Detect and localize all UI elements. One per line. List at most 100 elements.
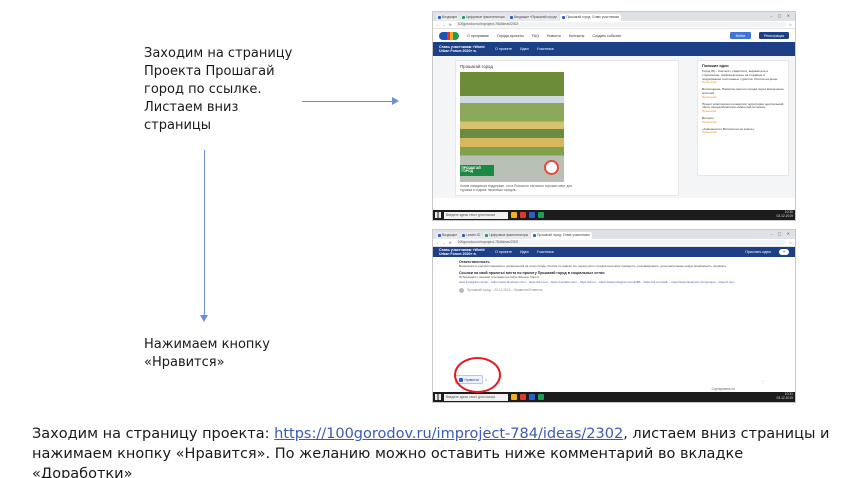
section-text: Возможность распространения и проверенно…: [459, 264, 727, 268]
word-icon[interactable]: [529, 212, 535, 218]
highlight-circle: [454, 357, 501, 393]
site-icon: [533, 234, 537, 237]
similar-idea-item[interactable]: Город 86 – Контекст, смартсити, выразите…: [702, 69, 784, 85]
back-icon[interactable]: ←: [436, 241, 439, 245]
browser-tab[interactable]: Входящие: [436, 14, 460, 21]
screenshot-idea-page: Входящие Цифровые фасилитаторы Входящие …: [432, 11, 796, 221]
browser-tab-active[interactable]: Прошагай город: Ставь участникам: [531, 232, 592, 239]
photo-sign: ПРОШАГАЙ ГОРОД: [460, 165, 494, 176]
site-header: О программе Города-проекты FAQ Новости К…: [433, 29, 795, 42]
project-tab[interactable]: О проекте: [495, 250, 512, 254]
project-tab[interactable]: Идеи: [520, 250, 529, 254]
add-button[interactable]: +: [779, 249, 789, 255]
nav-item[interactable]: Новости: [547, 34, 561, 38]
more-options-icon[interactable]: ⋮: [761, 379, 765, 384]
windows-start-icon[interactable]: [435, 212, 441, 218]
arrow-down: [198, 150, 210, 322]
forward-icon[interactable]: →: [442, 23, 445, 27]
nav-item[interactable]: FAQ: [532, 34, 539, 38]
photo-badge: [544, 160, 559, 175]
project-link[interactable]: https://100gorodov.ru/improject-784/idea…: [274, 426, 623, 442]
project-bar: Ставь участникам «World Urban Forum 2020…: [433, 42, 795, 56]
site-icon: [562, 16, 566, 19]
page-content: Прошагай город ПРОШАГАЙ ГОРОД Хотим попа…: [433, 56, 795, 198]
project-title: Ставь участникам «World Urban Forum 2020…: [439, 44, 485, 53]
back-icon[interactable]: ←: [436, 23, 439, 27]
sort-label[interactable]: Сортировать по: [712, 387, 735, 391]
address-bar: ← → ⟳ 100gorodov.ru/improject-784/ideas/…: [433, 21, 795, 29]
windows-taskbar: Введите здесь текст для поиска 10:31 03.1…: [433, 392, 795, 402]
similar-idea-item[interactable]: «Суверенитет Вятская на её земле» Прошага…: [702, 127, 784, 136]
word-icon[interactable]: [529, 394, 535, 400]
browser-icon[interactable]: [520, 394, 526, 400]
browser-tab-bar: Входящие Цифровые фасилитаторы Входящие …: [433, 12, 795, 21]
similar-ideas-heading: Похожие идеи: [702, 64, 729, 68]
browser-tab[interactable]: Цифровые фасилитаторы: [460, 14, 507, 21]
nav-item[interactable]: Создать событие: [592, 34, 621, 38]
taskbar-clock: 10:31 03.12.2019: [776, 392, 793, 400]
browser-icon[interactable]: [520, 212, 526, 218]
url-field[interactable]: 100gorodov.ru/improject-784/ideas/2302: [454, 240, 786, 245]
windows-start-icon[interactable]: [435, 394, 441, 400]
mail-icon: [438, 16, 441, 19]
mail-icon: [509, 16, 513, 19]
site-icon: [462, 234, 466, 237]
folder-icon[interactable]: [511, 394, 517, 400]
excel-icon[interactable]: [538, 212, 544, 218]
nav-item[interactable]: О программе: [467, 34, 489, 38]
section-heading: Ссылки на свой проекты/ места по проекту…: [459, 270, 606, 275]
idea-photo: ПРОШАГАЙ ГОРОД: [460, 72, 564, 182]
site-logo[interactable]: [439, 31, 459, 40]
similar-idea-item[interactable]: Воплощение. Развитие малого города через…: [702, 87, 784, 99]
nav-item[interactable]: Города-проекты: [497, 34, 524, 38]
reload-icon[interactable]: ⟳: [449, 241, 452, 245]
url-field[interactable]: 100gorodov.ru/improject-784/ideas/2302: [454, 22, 786, 27]
taskbar-search[interactable]: Введите здесь текст для поиска: [444, 211, 508, 219]
browser-tab-active[interactable]: Прошагай город: Ставь участникам: [560, 14, 621, 21]
folder-icon[interactable]: [511, 212, 517, 218]
window-controls[interactable]: – ▢ ✕: [770, 231, 792, 236]
comment-row: Прошагай город – 03.12.2019 – Нравится/О…: [459, 287, 769, 293]
similar-idea-item[interactable]: Ветерок Прошагай: [702, 116, 784, 125]
browser-tab[interactable]: Входящие: [436, 232, 460, 239]
mail-icon: [438, 234, 441, 237]
idea-description: Хотим попадаться поддержке, что в России…: [460, 184, 572, 192]
project-title: Ставь участникам «World Urban Forum 2020…: [439, 247, 485, 256]
similar-ideas: Похожие идеи Город 86 – Контекст, смартс…: [697, 60, 789, 176]
arrow-right: [302, 95, 399, 107]
site-icon: [462, 16, 466, 19]
taskbar-search[interactable]: Введите здесь текст для поиска: [444, 393, 508, 401]
login-button[interactable]: Войти: [729, 32, 752, 39]
social-links[interactable]: www.instagram.com/p/... https://www.face…: [459, 280, 769, 284]
section-text: Публикации с нашими ссылками на сайте Фл…: [459, 274, 540, 279]
project-tab[interactable]: Участники: [537, 250, 554, 254]
caption: Заходим на страницу проекта: https://100…: [32, 426, 830, 478]
windows-taskbar: Введите здесь текст для поиска 10:30 03.1…: [433, 210, 795, 220]
register-button[interactable]: Регистрация: [759, 32, 789, 39]
taskbar-clock: 10:30 03.12.2019: [776, 210, 793, 218]
nav-item[interactable]: Контакты: [569, 34, 585, 38]
similar-idea-item[interactable]: Проект комплексного развития территории …: [702, 102, 784, 114]
star-icon[interactable]: ☆: [789, 241, 792, 245]
reload-icon[interactable]: ⟳: [449, 23, 452, 27]
browser-tab-bar: Входящие Leader-ID Цифровые фасилитаторы…: [433, 230, 795, 239]
instruction-step-1: Заходим на страницу Проекта Прошагай гор…: [144, 46, 293, 133]
project-tab[interactable]: О проекте: [495, 47, 512, 51]
idea-card: Прошагай город ПРОШАГАЙ ГОРОД Хотим попа…: [455, 60, 679, 196]
comment-author: Прошагай город – 03.12.2019 – Нравится/О…: [467, 288, 543, 293]
browser-tab[interactable]: Входящие «Прошагай город»: [507, 14, 560, 21]
project-tab[interactable]: Участники: [537, 47, 554, 51]
project-tab[interactable]: Идеи: [520, 47, 529, 51]
idea-title: Прошагай город: [460, 64, 493, 69]
site-icon: [485, 234, 489, 237]
submit-idea-link[interactable]: Прислать идею: [745, 250, 771, 254]
forward-icon[interactable]: →: [442, 241, 445, 245]
star-icon[interactable]: ☆: [789, 23, 792, 27]
excel-icon[interactable]: [538, 394, 544, 400]
browser-tab[interactable]: Leader-ID: [460, 232, 483, 239]
window-controls[interactable]: – ▢ ✕: [770, 13, 792, 18]
browser-tab[interactable]: Цифровые фасилитаторы: [483, 232, 531, 239]
address-bar: ← → ⟳ 100gorodov.ru/improject-784/ideas/…: [433, 239, 795, 247]
project-bar: Ставь участникам «World Urban Forum 2020…: [433, 247, 795, 257]
avatar: [459, 287, 464, 293]
